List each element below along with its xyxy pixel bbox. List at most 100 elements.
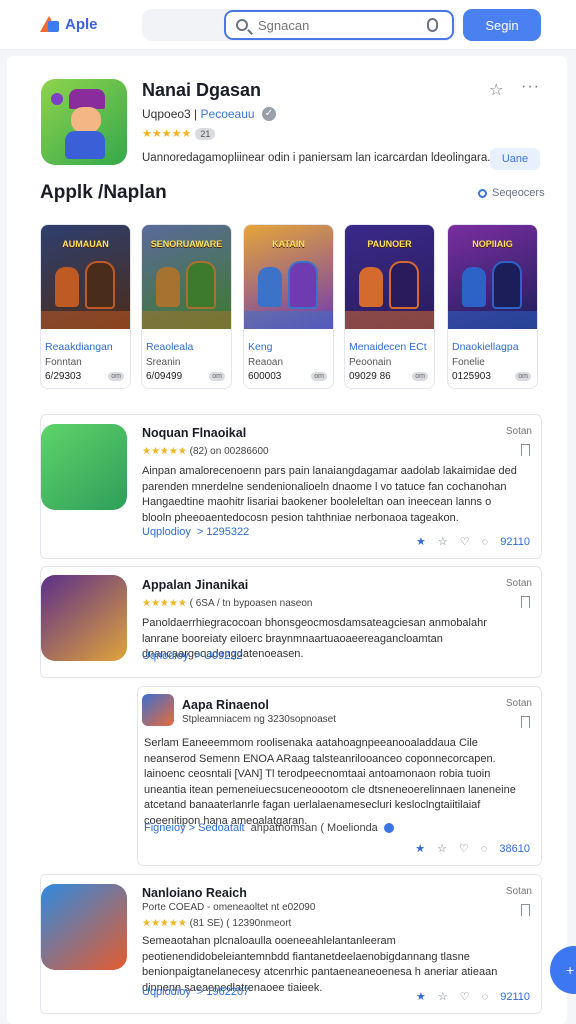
game-card[interactable]: NOPIIAIG Dnaokiellagpa Fonelie 0125903 om [447,224,538,389]
half-star-icon[interactable]: ☆ [438,535,448,548]
game-card[interactable]: AUMAUAN Reaakdiangan Fonntan 6/29303 om [40,224,131,389]
microphone-icon[interactable] [427,18,438,32]
app-link[interactable]: Uqplodioy > 1962207 [142,986,249,998]
app-meta: Porte COEAD - omeneaoltet nt e02090 [142,902,315,913]
game-thumbnail[interactable]: SENORUAWARE [142,225,231,329]
top-bar: Aple Segin [0,0,576,50]
star-icon[interactable]: ★ [416,535,426,548]
search-input[interactable] [258,16,418,34]
section-link-label: Seqeocers [492,187,545,199]
info-icon[interactable] [383,823,394,834]
logo-icon [40,14,60,34]
app-icon[interactable] [142,694,174,726]
section-see-all-link[interactable]: Seqeocers [478,187,545,199]
half-star-icon[interactable]: ☆ [438,990,448,1003]
favorite-star-icon[interactable]: ☆ [489,80,503,100]
row-actions: ★ ☆ ♡ ◌ 92110 [416,990,530,1004]
link-number: > 1962207 [196,986,250,998]
card-subtitle: Fonntan [45,357,82,368]
app-link[interactable]: Uqnodioy > U09222 [142,650,243,662]
app-meta: Stpleamniacem ng 3230sopnoaset [182,714,336,725]
card-badge: om [108,372,124,381]
app-title[interactable]: Appalan Jinanikai [142,578,248,592]
half-star-icon[interactable]: ☆ [437,842,447,855]
app-description: Ainpan amalorecenoenn pars pain lanaiang… [142,465,517,524]
app-logo[interactable]: Aple [40,14,98,34]
bookmark-icon[interactable] [521,716,530,728]
more-options-icon[interactable]: ··· [521,78,540,96]
card-title[interactable]: Dnaokiellagpa [452,341,519,353]
star-icon[interactable]: ★ [416,990,426,1003]
comment-icon[interactable]: ◌ [481,843,488,855]
thumbnail-title: AUMAUAN [62,239,109,249]
app-link[interactable]: Uqplodioy > 1295322 [142,526,249,538]
card-title[interactable]: Keng [248,341,273,353]
link-label[interactable]: Uqplodioy [142,986,191,998]
card-count: 6/29303 [45,371,82,382]
bookmark-icon[interactable] [521,904,530,916]
game-thumbnail[interactable]: NOPIIAIG [448,225,537,329]
featured-app-title[interactable]: Nanai Dgasan [142,80,261,101]
thumbnail-title: NOPIIAIG [472,239,513,249]
comment-icon[interactable]: ◌ [482,991,489,1003]
game-thumbnail[interactable]: PAUNOER [345,225,434,329]
card-badge: om [412,372,428,381]
card-title[interactable]: Reaakdiangan [45,341,113,353]
app-title[interactable]: Nanloiano Reaich [142,886,247,900]
card-badge: om [311,372,327,381]
app-icon[interactable] [41,884,127,970]
heart-icon[interactable]: ♡ [459,842,469,855]
developer-link[interactable]: Pecoeauu [201,107,255,121]
game-card[interactable]: SENORUAWARE Reaoleala Sreanin 6/09499 om [141,224,232,389]
link-number: > 1295322 [196,526,250,538]
heart-icon[interactable]: ♡ [460,535,470,548]
bookmark-icon[interactable] [521,596,530,608]
link-label[interactable]: Figneioy > Sedoatalt [144,822,245,834]
developer-name: Uqpoeo3 | [142,107,198,121]
thumbnail-title: KATAIN [272,239,305,249]
search-icon [236,19,248,31]
featured-developer: Uqpoeo3 | Pecoeauu [142,107,255,121]
featured-description: Uannoredagamopliinear odin i paniersam l… [142,152,491,164]
meta-text: Porte COEAD - omeneaoltet nt e02090 [142,902,316,913]
search-box[interactable] [224,10,454,40]
card-subtitle: Peoonain [349,357,392,368]
game-thumbnail[interactable]: KATAIN [244,225,333,329]
card-subtitle: Reaoan [248,357,284,368]
card-count: 600003 [248,371,282,382]
circle-icon [478,188,487,198]
action-count: 92110 [500,535,530,548]
card-subtitle: Sreanin [146,357,181,368]
thumbnail-title: SENORUAWARE [150,239,223,249]
app-title[interactable]: Noquan Flnaoikal [142,426,246,440]
card-title[interactable]: Reaoleala [146,341,193,353]
heart-icon[interactable]: ♡ [460,990,470,1003]
rating-badge: 21 [195,127,216,140]
link-label[interactable]: Uqplodioy [142,526,191,538]
game-thumbnail[interactable]: AUMAUAN [41,225,130,329]
game-card[interactable]: PAUNOER Menaidecen ECt Peoonain 09029 86 om [344,224,435,389]
game-card[interactable]: KATAIN Keng Reaoan 600003 om [243,224,334,389]
card-title[interactable]: Menaidecen ECt [349,341,427,353]
bookmark-icon[interactable] [521,444,530,456]
app-title[interactable]: Aapa Rinaenol [182,698,269,712]
star-icon[interactable]: ★ [415,842,425,855]
meta-text: Stpleamniacem ng 3230sopnoaset [182,714,336,725]
featured-app-icon[interactable] [41,79,127,165]
app-icon[interactable] [41,575,127,661]
thumbnail-title: PAUNOER [367,239,412,249]
app-icon[interactable] [41,424,127,510]
meta-text: (82) on 00286600 [189,446,269,457]
featured-action-button[interactable]: Uane [490,148,540,170]
app-meta-secondary: ★★★★★ (81 SE) ( 12390nmeort [142,918,291,929]
app-link[interactable]: Figneioy > Sedoatalt ahpatnomsan ( Moelio… [144,822,394,834]
app-meta: ★★★★★ ( 6SA / tn bypoasen naseon [142,598,312,609]
action-count: 92110 [500,990,530,1003]
signin-button[interactable]: Segin [463,9,541,41]
card-count: 0125903 [452,371,491,382]
logo-text: Aple [65,15,98,33]
link-number: > U09222 [194,650,243,662]
card-badge: om [515,372,531,381]
link-label[interactable]: Uqnodioy [142,650,188,662]
comment-icon[interactable]: ◌ [482,536,489,548]
